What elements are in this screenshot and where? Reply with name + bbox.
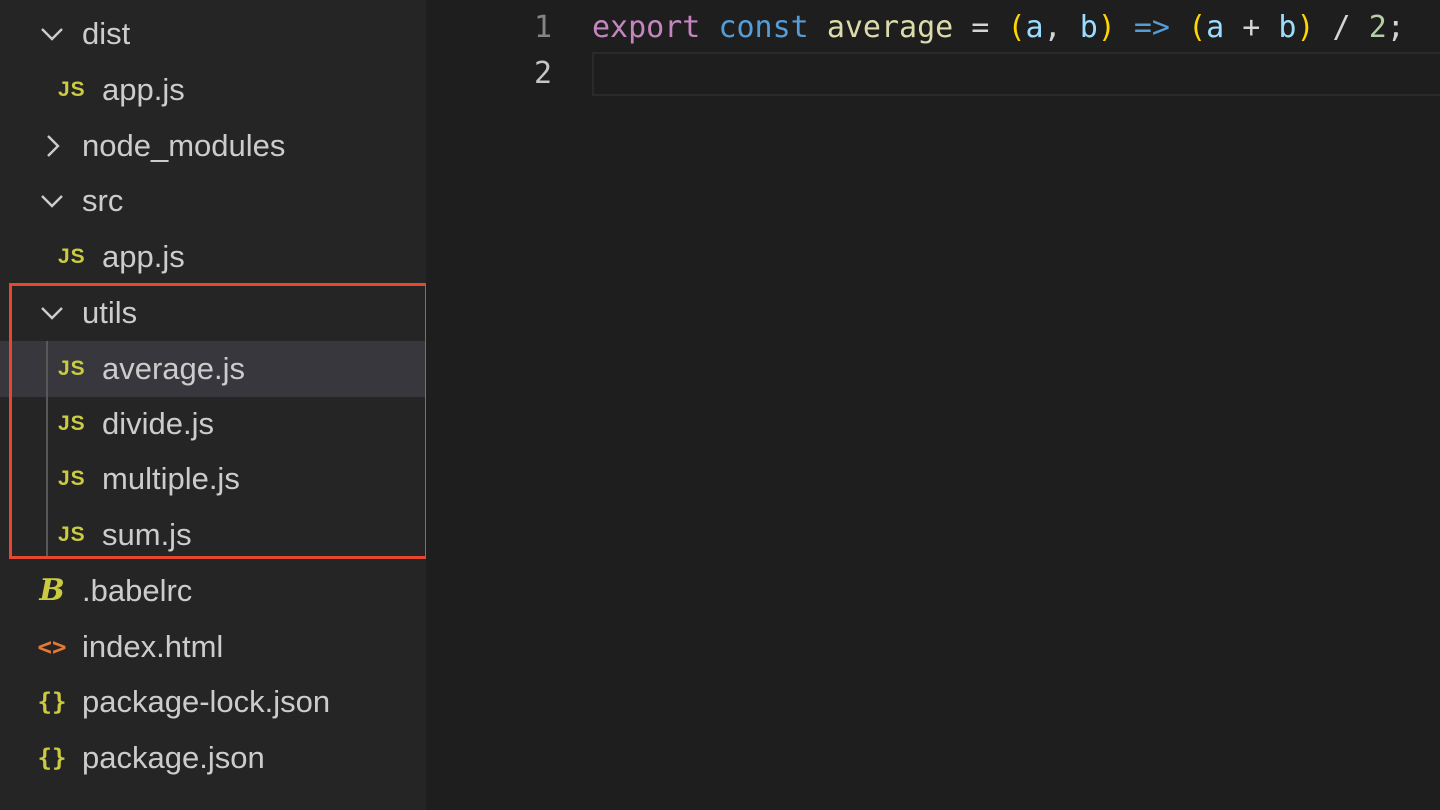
- folder-src[interactable]: src: [0, 173, 426, 229]
- file-label: .babelrc: [82, 573, 193, 608]
- file-label: package-lock.json: [82, 684, 331, 719]
- code-text[interactable]: export const average = (a, b) => (a + b)…: [592, 6, 1405, 50]
- param-a: a: [1206, 10, 1225, 45]
- file-label: sum.js: [102, 517, 192, 552]
- arrow-operator: =>: [1115, 10, 1189, 45]
- file-dist-app-js[interactable]: JS app.js: [0, 62, 426, 118]
- file-sum-js[interactable]: JS sum.js: [0, 507, 426, 563]
- js-file-icon: JS: [58, 523, 86, 546]
- keyword-const: const: [718, 10, 809, 45]
- js-file-icon: JS: [58, 245, 86, 268]
- folder-label: node_modules: [82, 128, 286, 163]
- code-line[interactable]: 1 export const average = (a, b) => (a + …: [426, 6, 1440, 50]
- file-divide-js[interactable]: JS divide.js: [0, 396, 426, 452]
- folder-node-modules[interactable]: node_modules: [0, 118, 426, 174]
- file-label: app.js: [102, 239, 185, 274]
- operator-assign: =: [953, 10, 1008, 45]
- operator-divide: /: [1314, 10, 1369, 45]
- code-editor[interactable]: 1 export const average = (a, b) => (a + …: [426, 0, 1440, 810]
- file-index-html[interactable]: <> index.html: [0, 619, 426, 675]
- chevron-down-icon: [38, 189, 66, 213]
- file-label: index.html: [82, 629, 224, 664]
- comma: ,: [1043, 10, 1080, 45]
- chevron-down-icon: [38, 22, 66, 46]
- folder-label: src: [82, 183, 124, 218]
- file-package-json[interactable]: {} package.json: [0, 730, 426, 786]
- keyword-export: export: [592, 10, 701, 45]
- file-package-lock-json[interactable]: {} package-lock.json: [0, 674, 426, 730]
- html-icon: <>: [37, 633, 67, 661]
- chevron-right-icon: [38, 134, 66, 158]
- file-label: app.js: [102, 72, 185, 107]
- file-label: divide.js: [102, 406, 214, 441]
- paren: (: [1007, 10, 1026, 45]
- js-file-icon: JS: [58, 467, 86, 490]
- param-b: b: [1278, 10, 1297, 45]
- file-label: multiple.js: [102, 461, 240, 496]
- code-line[interactable]: 2: [426, 52, 1440, 96]
- file-label: average.js: [102, 351, 246, 386]
- param-a: a: [1025, 10, 1044, 45]
- vscode-window: dist JS app.js node_modules src JS app.j…: [0, 0, 1440, 810]
- indent-guide: [46, 341, 48, 559]
- file-src-app-js[interactable]: JS app.js: [0, 229, 426, 285]
- paren: (: [1188, 10, 1207, 45]
- json-icon: {}: [37, 744, 67, 772]
- folder-dist[interactable]: dist: [0, 6, 426, 62]
- function-name: average: [826, 10, 954, 45]
- line-number: 2: [533, 56, 552, 91]
- paren: ): [1296, 10, 1315, 45]
- operator-plus: +: [1224, 10, 1279, 45]
- js-file-icon: JS: [58, 412, 86, 435]
- js-file-icon: JS: [58, 357, 86, 380]
- number-literal: 2: [1368, 10, 1387, 45]
- file-average-js[interactable]: JS average.js: [0, 341, 426, 397]
- semicolon: ;: [1386, 10, 1405, 45]
- line-number: 1: [533, 10, 552, 45]
- paren: ): [1097, 10, 1116, 45]
- babel-icon: B: [39, 573, 65, 608]
- chevron-down-icon: [38, 301, 66, 325]
- file-label: package.json: [82, 740, 265, 775]
- folder-label: dist: [82, 16, 131, 51]
- file-explorer: dist JS app.js node_modules src JS app.j…: [0, 0, 428, 810]
- json-icon: {}: [37, 688, 67, 716]
- param-b: b: [1079, 10, 1098, 45]
- js-file-icon: JS: [58, 78, 86, 101]
- folder-utils[interactable]: utils: [0, 285, 426, 341]
- folder-label: utils: [82, 295, 138, 330]
- file-babelrc[interactable]: B .babelrc: [0, 563, 426, 619]
- file-multiple-js[interactable]: JS multiple.js: [0, 451, 426, 507]
